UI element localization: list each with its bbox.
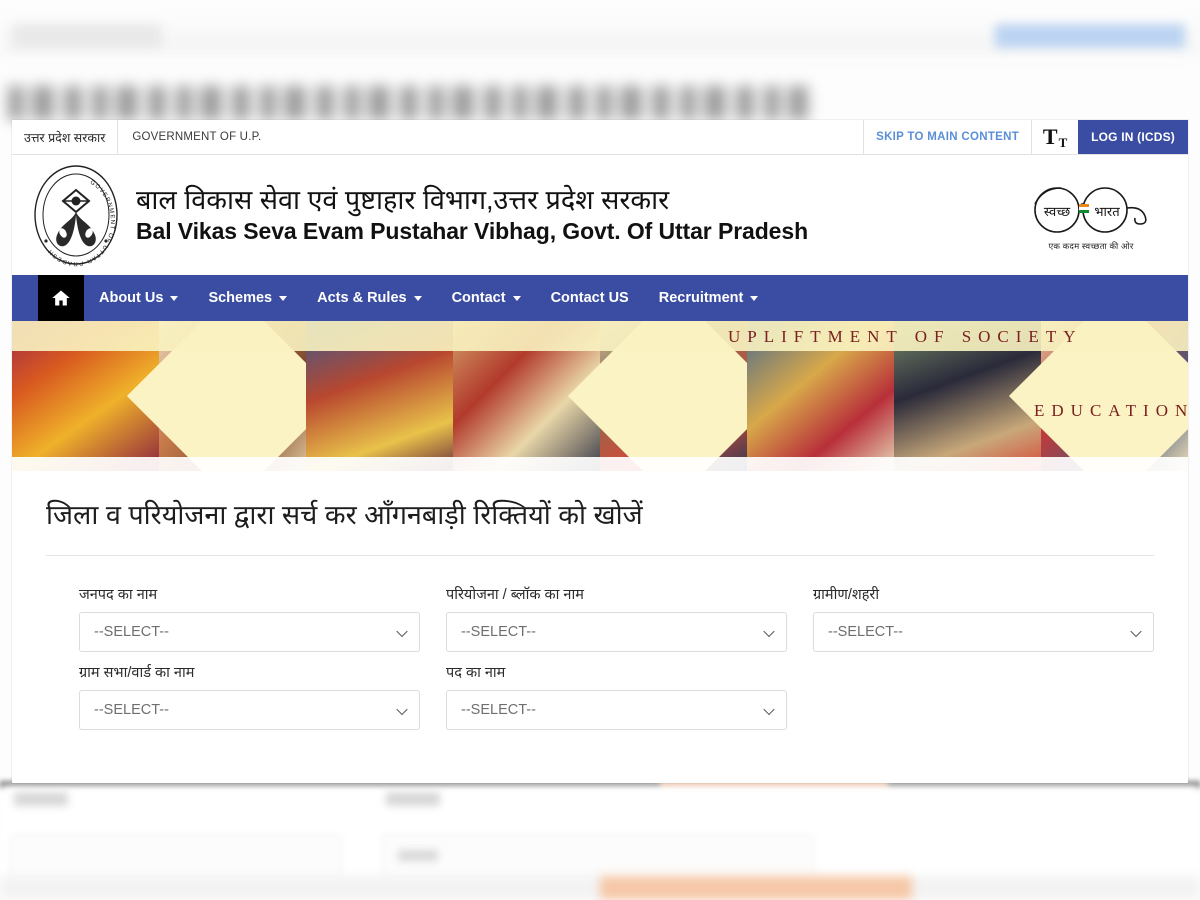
svg-text:भारत: भारत — [1094, 204, 1120, 219]
backdrop-field — [382, 834, 814, 880]
chevron-down-icon — [750, 295, 759, 301]
nav-item-schemes[interactable]: Schemes — [193, 275, 302, 321]
masthead: GOVERNMENT OF UTTAR PRADESH बाल विकास से… — [12, 155, 1188, 275]
department-title-hindi: बाल विकास सेवा एवं पुष्टाहार विभाग,उत्तर… — [136, 185, 670, 216]
district-select[interactable]: --SELECT-- — [79, 611, 420, 652]
banner-bottom-band — [12, 457, 1188, 471]
chevron-down-icon — [512, 295, 521, 301]
utility-bar-right: SKIP TO MAIN CONTENT TT LOG IN (ICDS) — [863, 120, 1188, 154]
skip-to-main-content-link[interactable]: SKIP TO MAIN CONTENT — [863, 120, 1031, 154]
nav-item-recruitment[interactable]: Recruitment — [644, 275, 774, 321]
field-gram-sabha-ward: ग्राम सभा/वार्ड का नाम --SELECT-- — [79, 662, 420, 740]
backdrop-field — [10, 834, 342, 880]
nav-label: About Us — [99, 290, 164, 306]
utility-bar: उत्तर प्रदेश सरकार GOVERNMENT OF U.P. SK… — [12, 120, 1188, 155]
post-name-select[interactable]: --SELECT-- — [446, 689, 787, 730]
department-title-english: Bal Vikas Seva Evam Pustahar Vibhag, Gov… — [136, 218, 809, 245]
swachh-bharat-tagline: एक कदम स्वच्छता की ओर — [1048, 241, 1134, 251]
post-name-select-wrapper: --SELECT-- — [446, 689, 787, 730]
nav-item-contact[interactable]: Contact — [437, 275, 536, 321]
form-grid-spacer — [813, 662, 1154, 740]
backdrop-footer — [0, 876, 1200, 900]
field-post-name: पद का नाम --SELECT-- — [446, 662, 787, 740]
field-rural-urban: ग्रामीण/शहरी --SELECT-- — [813, 584, 1154, 662]
page-card: उत्तर प्रदेश सरकार GOVERNMENT OF U.P. SK… — [12, 120, 1188, 783]
nav-item-contact-us[interactable]: Contact US — [536, 275, 644, 321]
nav-item-acts-rules[interactable]: Acts & Rules — [302, 275, 436, 321]
field-label: ग्रामीण/शहरी — [813, 586, 880, 603]
gov-label-hindi: उत्तर प्रदेश सरकार — [12, 120, 119, 154]
chevron-down-icon — [413, 295, 422, 301]
backdrop-label — [386, 792, 440, 806]
gram-sabha-ward-select[interactable]: --SELECT-- — [79, 689, 420, 730]
backdrop-title-text — [8, 86, 808, 120]
rural-urban-select-wrapper: --SELECT-- — [813, 611, 1154, 652]
field-label: जनपद का नाम — [79, 586, 158, 603]
banner-caption-education: EDUCATION — [1034, 401, 1188, 420]
text-size-icon[interactable]: TT — [1031, 120, 1078, 154]
backdrop-label — [398, 850, 438, 861]
main-navigation: About Us Schemes Acts & Rules Contact Co… — [12, 275, 1188, 321]
nav-label: Recruitment — [658, 290, 744, 306]
backdrop-topbar-chip — [12, 24, 162, 48]
home-icon[interactable] — [38, 275, 84, 321]
banner-caption-society: UPLIFTMENT OF SOCIETY — [728, 327, 1083, 346]
field-label: पद का नाम — [446, 664, 506, 681]
swachh-bharat-logo: स्वच्छ भारत एक कदम स्वच्छता की ओर — [1016, 178, 1166, 252]
backdrop-label — [14, 792, 68, 806]
masthead-titles: बाल विकास सेवा एवं पुष्टाहार विभाग,उत्तर… — [136, 184, 1016, 245]
project-block-select-wrapper: --SELECT-- — [446, 611, 787, 652]
nav-item-about-us[interactable]: About Us — [84, 275, 193, 321]
nav-label: Schemes — [208, 290, 273, 306]
vacancy-search-section: जिला व परियोजना द्वारा सर्च कर आँगनबाड़ी… — [12, 471, 1188, 740]
district-select-wrapper: --SELECT-- — [79, 611, 420, 652]
nav-label: Contact US — [550, 290, 629, 306]
nav-label: Contact — [451, 290, 506, 306]
search-heading: जिला व परियोजना द्वारा सर्च कर आँगनबाड़ी… — [46, 499, 1154, 556]
gram-sabha-ward-select-wrapper: --SELECT-- — [79, 689, 420, 730]
project-block-select[interactable]: --SELECT-- — [446, 611, 787, 652]
uttar-pradesh-emblem-icon: GOVERNMENT OF UTTAR PRADESH — [32, 163, 120, 267]
login-icds-button[interactable]: LOG IN (ICDS) — [1078, 120, 1188, 154]
field-label: परियोजना / ब्लॉक का नाम — [446, 586, 584, 603]
text-size-small-glyph: T — [1058, 135, 1068, 150]
field-district: जनपद का नाम --SELECT-- — [79, 584, 420, 662]
hero-banner: UPLIFTMENT OF SOCIETY EDUCATION — [12, 321, 1188, 471]
rural-urban-select[interactable]: --SELECT-- — [813, 611, 1154, 652]
svg-text:स्वच्छ: स्वच्छ — [1044, 204, 1071, 219]
field-label: ग्राम सभा/वार्ड का नाम — [79, 664, 195, 681]
chevron-down-icon — [170, 295, 179, 301]
chevron-down-icon — [279, 295, 288, 301]
nav-label: Acts & Rules — [317, 290, 407, 306]
backdrop-login-chip — [995, 24, 1185, 48]
search-form-grid: जनपद का नाम --SELECT-- परियोजना / ब्लॉक … — [79, 556, 1154, 740]
field-project-block: परियोजना / ब्लॉक का नाम --SELECT-- — [446, 584, 787, 662]
text-size-large-glyph: T — [1042, 124, 1058, 149]
gov-label-english: GOVERNMENT OF U.P. — [132, 131, 262, 143]
